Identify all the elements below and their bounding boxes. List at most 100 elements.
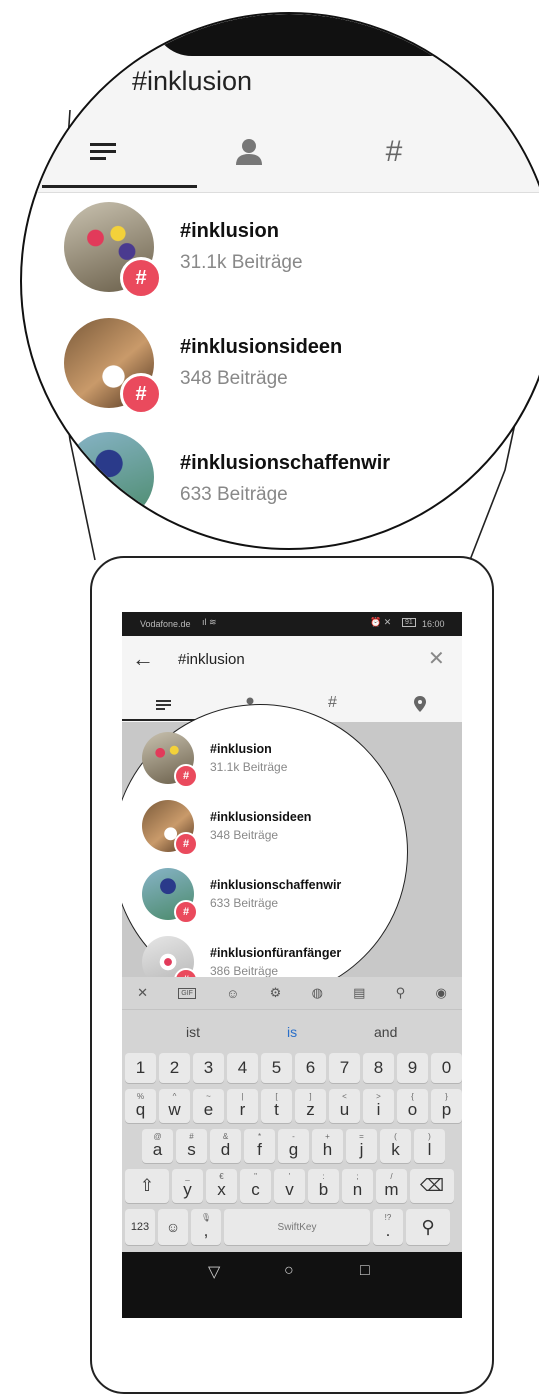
key[interactable]: 0: [431, 1053, 462, 1083]
top-icon: [90, 143, 116, 160]
suggestion[interactable]: and: [374, 1024, 397, 1040]
number-row: 1 2 3 4 5 6 7 8 9 0: [125, 1053, 462, 1083]
shift-key[interactable]: ⇧: [125, 1169, 169, 1203]
result-name[interactable]: #inklusionfüranfänger: [210, 946, 341, 960]
result-name[interactable]: #inklusionsideen: [180, 336, 342, 359]
bottom-row: 123 ☺ 🎙, SwiftKey !?. ⚲: [125, 1209, 450, 1245]
key[interactable]: (k: [380, 1129, 411, 1163]
key[interactable]: " c: [240, 1169, 271, 1203]
key[interactable]: ' v: [274, 1169, 305, 1203]
key[interactable]: # s: [176, 1129, 207, 1163]
avatar: [64, 432, 154, 522]
key[interactable]: 8: [363, 1053, 394, 1083]
comma-key[interactable]: 🎙,: [191, 1209, 221, 1245]
key[interactable]: :b: [308, 1169, 339, 1203]
result-posts: 633 Beiträge: [180, 484, 288, 505]
key[interactable]: * f: [244, 1129, 275, 1163]
suggestion[interactable]: is: [287, 1024, 297, 1040]
key[interactable]: ] z: [295, 1089, 326, 1123]
keyboard-toolbar: ✕ GIF ☺ ⚙ ◍ ▤ ⚲ ◉: [122, 977, 462, 1009]
result-name[interactable]: #inklusionschaffenwir: [180, 452, 390, 475]
key[interactable]: 2: [159, 1053, 190, 1083]
pin-icon[interactable]: ⚲: [396, 985, 406, 1001]
home-icon[interactable]: ○: [284, 1262, 294, 1280]
result-name[interactable]: #inklusion: [180, 220, 279, 243]
key[interactable]: 4: [227, 1053, 258, 1083]
key[interactable]: -g: [278, 1129, 309, 1163]
key[interactable]: 5: [261, 1053, 292, 1083]
key[interactable]: ; n: [342, 1169, 373, 1203]
backspace-key[interactable]: ⌫: [410, 1169, 454, 1203]
close-icon[interactable]: ✕: [428, 646, 445, 671]
location-icon[interactable]: ◉: [435, 985, 446, 1001]
magnified-tab-tags[interactable]: #: [364, 132, 424, 172]
phone-screen: Vodafone.de ıl ≋ ⏰ ✕ 91 16:00 ← #inklusi…: [122, 612, 462, 1318]
tab-tags[interactable]: #: [328, 694, 337, 712]
key[interactable]: } p: [431, 1089, 462, 1123]
result-posts: 633 Beiträge: [210, 896, 279, 910]
key[interactable]: 9: [397, 1053, 428, 1083]
result-posts: 348 Beiträge: [180, 368, 288, 389]
settings-icon[interactable]: ⚙: [270, 985, 282, 1001]
key[interactable]: ) l: [414, 1129, 445, 1163]
navigation-bar: ▽ ○ □: [122, 1252, 462, 1318]
key[interactable]: | r: [227, 1089, 258, 1123]
space-key[interactable]: SwiftKey: [224, 1209, 370, 1245]
close-icon[interactable]: ✕: [137, 985, 148, 1001]
hashtag-badge-icon: #: [120, 373, 162, 415]
key[interactable]: [t: [261, 1089, 292, 1123]
status-bar: Vodafone.de ıl ≋ ⏰ ✕ 91 16:00: [122, 612, 462, 636]
result-name[interactable]: #inklusionschaffenwir: [210, 878, 341, 892]
key[interactable]: % q: [125, 1089, 156, 1123]
backspace-icon: ⌫: [419, 1176, 445, 1195]
key[interactable]: 1: [125, 1053, 156, 1083]
search-icon: ⚲: [421, 1216, 435, 1237]
key[interactable]: = j: [346, 1129, 377, 1163]
result-name[interactable]: #inklusion: [210, 742, 272, 756]
key[interactable]: ~ e: [193, 1089, 224, 1123]
key[interactable]: & d: [210, 1129, 241, 1163]
key[interactable]: < u: [329, 1089, 360, 1123]
back-icon[interactable]: ▽: [208, 1262, 220, 1282]
top-icon: [156, 700, 171, 710]
key[interactable]: @ a: [142, 1129, 173, 1163]
result-posts: 386 Beiträge: [210, 964, 279, 978]
alarm-icon: ⏰ ✕: [370, 617, 392, 627]
tab-top[interactable]: [156, 698, 172, 716]
key[interactable]: + h: [312, 1129, 343, 1163]
magnified-search-query: #inklusion: [132, 66, 253, 96]
tab-places[interactable]: [414, 696, 426, 717]
carrier-label: Vodafone.de: [140, 619, 191, 629]
result-posts: 348 Beiträge: [210, 828, 279, 842]
key[interactable]: ^ w: [159, 1089, 190, 1123]
suggestion-bar: ist is and: [122, 1009, 462, 1050]
search-bar: ← #inklusion ✕: [122, 636, 462, 684]
mode-key[interactable]: 123: [125, 1209, 155, 1245]
recents-icon[interactable]: □: [360, 1262, 370, 1280]
key[interactable]: 3: [193, 1053, 224, 1083]
search-key[interactable]: ⚲: [406, 1209, 450, 1245]
magnified-tab-top[interactable]: [74, 132, 134, 172]
search-input[interactable]: #inklusion: [178, 651, 245, 668]
key[interactable]: > i: [363, 1089, 394, 1123]
key[interactable]: / m: [376, 1169, 407, 1203]
key[interactable]: {o: [397, 1089, 428, 1123]
magnified-active-tab-indicator: [42, 185, 197, 188]
emoji-key[interactable]: ☺: [158, 1209, 188, 1245]
palette-icon[interactable]: ◍: [312, 985, 323, 1001]
result-name[interactable]: #inklusionsideen: [210, 810, 311, 824]
key[interactable]: 6: [295, 1053, 326, 1083]
gif-icon[interactable]: GIF: [178, 987, 196, 999]
suggestion[interactable]: ist: [186, 1024, 200, 1040]
arrow-left-icon[interactable]: ←: [132, 646, 154, 672]
sticker-icon[interactable]: ☺: [226, 986, 239, 1001]
hashtag-icon: #: [328, 694, 337, 711]
magnified-tab-accounts[interactable]: [219, 132, 279, 172]
key[interactable]: € x: [206, 1169, 237, 1203]
period-key[interactable]: !?.: [373, 1209, 403, 1245]
shift-icon: ⇧: [139, 1176, 155, 1195]
hashtag-icon: #: [385, 135, 403, 168]
key[interactable]: _ y: [172, 1169, 203, 1203]
clipboard-icon[interactable]: ▤: [353, 985, 365, 1001]
key[interactable]: 7: [329, 1053, 360, 1083]
